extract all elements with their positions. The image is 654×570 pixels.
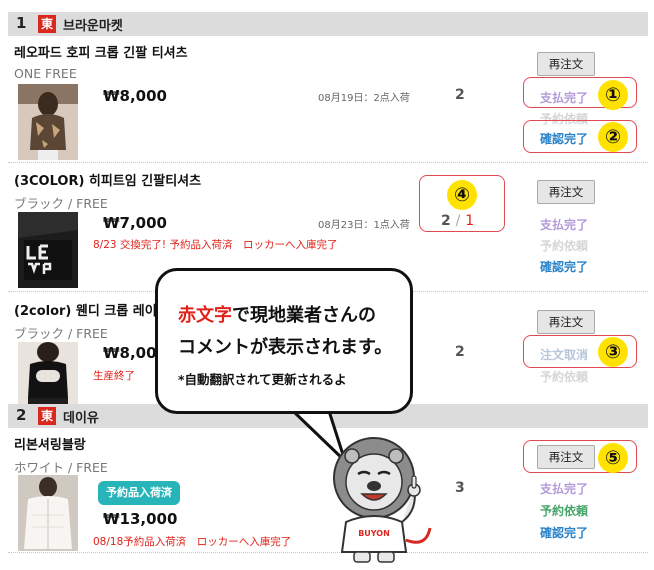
item-name[interactable]: (3COLOR) 히피트임 긴팔티셔츠: [14, 170, 201, 189]
arrival-date: 08月23日：1点入荷: [318, 220, 410, 231]
bubble-line-2: コメントが表示されます。: [178, 337, 393, 358]
item-name[interactable]: 레오파드 호피 크롭 긴팔 티셔츠: [14, 42, 188, 61]
status-paid: 支払完了: [540, 218, 589, 232]
reorder-button[interactable]: 再注文: [537, 310, 595, 334]
shop-header: 1 東 브라운마켓: [8, 12, 648, 36]
preorder-arrived-badge: 予約品入荷済: [98, 481, 180, 505]
quantity: 2: [455, 87, 465, 103]
reorder-button[interactable]: 再注文: [537, 180, 595, 204]
item-price: ₩8,000: [103, 87, 167, 105]
shop-region-badge: 東: [38, 15, 56, 33]
quantity: 3: [455, 480, 465, 496]
item-option: ブラック / FREE: [14, 326, 108, 341]
item-option: ONE FREE: [14, 66, 77, 81]
status-reservation-request: 予約依頼: [540, 504, 589, 518]
callout-4: ④: [447, 180, 477, 210]
bubble-red-text: 赤文字: [178, 305, 232, 326]
callout-3: ③: [598, 337, 628, 367]
status-paid: 支払完了: [540, 482, 589, 496]
item-option: ブラック / FREE: [14, 196, 108, 211]
quantity: 2: [455, 344, 465, 360]
product-thumbnail[interactable]: [18, 475, 78, 551]
status-reservation-request: 予約依頼: [540, 239, 589, 253]
callout-5: ⑤: [598, 443, 628, 473]
item-name[interactable]: (2color) 웬디 크롭 레이: [14, 300, 157, 319]
supplier-comment: 8/23 交換完了! 予約品入荷済 ロッカーへ入庫完了: [93, 239, 338, 251]
item-option: ホワイト / FREE: [14, 460, 108, 475]
shop-number: 2: [16, 406, 27, 424]
shop-name[interactable]: 데이유: [63, 407, 99, 426]
status-reservation-request: 予約依頼: [540, 370, 589, 384]
arrival-date: 08月19日：2点入荷: [318, 93, 410, 104]
supplier-comment: 08/18予約品入荷済 ロッカーへ入庫完了: [93, 536, 292, 548]
bubble-line-1-rest: で現地業者さんの: [232, 305, 376, 326]
shop-number: 1: [16, 14, 27, 32]
product-thumbnail[interactable]: [18, 212, 78, 288]
callout-2: ②: [598, 122, 628, 152]
item-name[interactable]: 리본셔링블랑: [14, 434, 86, 453]
item-price: ₩7,000: [103, 214, 167, 232]
speech-bubble: 赤文字で現地業者さんの コメントが表示されます。 *自動翻訳されて更新されるよ: [155, 268, 413, 414]
shop-region-badge: 東: [38, 407, 56, 425]
item-price: ₩13,000: [103, 510, 178, 528]
supplier-comment: 生産終了: [93, 370, 135, 382]
bubble-line-1: 赤文字で現地業者さんの: [178, 301, 376, 327]
product-thumbnail[interactable]: [18, 84, 78, 160]
reorder-button[interactable]: 再注文: [537, 52, 595, 76]
row-divider: [8, 162, 648, 163]
mascot-shirt-text: BUYON: [358, 529, 390, 538]
callout-1: ①: [598, 80, 628, 110]
shop-name[interactable]: 브라운마켓: [63, 15, 123, 34]
bubble-note: *自動翻訳されて更新されるよ: [178, 372, 347, 387]
lion-mascot-image: BUYON: [333, 437, 432, 563]
status-confirmed: 確認完了: [540, 526, 589, 540]
status-confirmed: 確認完了: [540, 260, 589, 274]
